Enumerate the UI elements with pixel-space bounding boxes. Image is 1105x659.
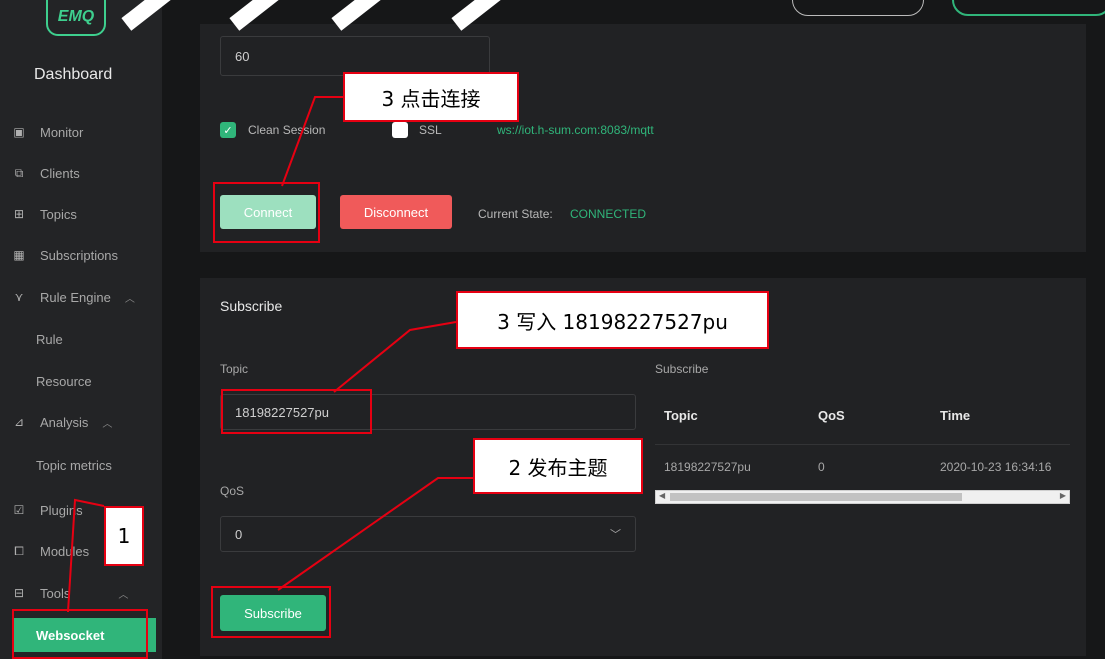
sidebar-item-monitor[interactable]: ▣ Monitor	[0, 117, 162, 147]
scroll-right-icon: ▶	[1059, 491, 1066, 500]
top-bar	[162, 0, 1105, 24]
sidebar-item-label: Subscriptions	[40, 247, 119, 263]
table-cell-topic: 18198227527pu	[664, 460, 751, 474]
top-outline-button[interactable]	[792, 0, 924, 16]
scrollbar-thumb[interactable]	[670, 493, 962, 501]
sidebar-item-label: Rule Engine	[40, 289, 111, 305]
checkmark-icon: ✓	[223, 124, 233, 137]
modules-icon: ⧠	[14, 543, 24, 558]
table-cell-time: 2020-10-23 16:34:16	[940, 460, 1052, 474]
topic-label: Topic	[220, 362, 249, 376]
ssl-label: SSL	[419, 123, 442, 137]
callout-publish: 2 发布主题	[473, 438, 643, 494]
scroll-left-icon: ◀	[659, 491, 666, 500]
callout-write-topic: 3 写入 18198227527pu	[456, 291, 769, 349]
chevron-up-icon: ︿	[124, 293, 135, 305]
sidebar-item-rule[interactable]: Rule	[36, 332, 63, 347]
table-divider	[655, 444, 1070, 445]
sidebar-item-label: Tools	[40, 585, 71, 601]
disconnect-button[interactable]: Disconnect	[340, 195, 452, 229]
rule-engine-icon: ⋎	[14, 290, 24, 304]
highlight-subscribe	[211, 586, 331, 638]
highlight-websocket	[12, 609, 148, 659]
analysis-icon: ⊿	[13, 415, 25, 429]
sidebar-item-analysis[interactable]: ⊿ Analysis ︿	[0, 407, 162, 437]
subscriptions-icon: ▦	[13, 248, 25, 262]
column-header-topic: Topic	[664, 408, 698, 423]
sidebar-item-label: Monitor	[40, 124, 84, 140]
callout-one: 1	[104, 506, 144, 566]
sidebar-item-subscriptions[interactable]: ▦ Subscriptions	[0, 240, 162, 270]
highlight-connect	[213, 182, 320, 243]
keepalive-input[interactable]: 60	[220, 36, 490, 76]
callout-connect: 3 点击连接	[343, 72, 519, 122]
clean-session-label: Clean Session	[248, 123, 326, 137]
monitor-icon: ▣	[13, 125, 25, 139]
brand-title: Dashboard	[34, 66, 113, 83]
sidebar-item-topic-metrics[interactable]: Topic metrics	[36, 458, 112, 473]
highlight-topic	[221, 389, 372, 434]
column-header-qos: QoS	[818, 408, 845, 423]
qos-select-value: 0	[235, 526, 243, 542]
connection-panel: 60 ✓ Clean Session SSL ws://iot.h-sum.co…	[200, 24, 1086, 252]
ssl-checkbox[interactable]	[392, 122, 408, 138]
current-state-value: CONNECTED	[570, 207, 647, 221]
sidebar-item-label: Modules	[40, 543, 90, 559]
subscribe-title: Subscribe	[220, 298, 283, 314]
tools-icon: ⊟	[13, 586, 25, 600]
top-green-outline-button[interactable]	[952, 0, 1105, 16]
subscribe-list-title: Subscribe	[655, 362, 709, 376]
sidebar-item-label: Plugins	[40, 502, 83, 518]
connection-url: ws://iot.h-sum.com:8083/mqtt	[497, 123, 654, 137]
chevron-up-icon: ︿	[102, 418, 113, 430]
chevron-down-icon: ﹀	[610, 529, 621, 541]
sidebar-item-label: Clients	[40, 165, 80, 181]
emq-logo: EMQ	[46, 0, 106, 36]
topics-icon: ⊞	[13, 207, 25, 221]
sidebar-item-topics[interactable]: ⊞ Topics	[0, 199, 162, 229]
sidebar-item-tools[interactable]: ⊟ Tools ︿	[0, 578, 162, 608]
sidebar-item-rule-engine[interactable]: ⋎ Rule Engine ︿	[0, 282, 162, 312]
sidebar-item-label: Topics	[40, 206, 77, 222]
qos-select[interactable]: 0 ﹀	[220, 516, 636, 552]
chevron-up-icon: ︿	[118, 589, 129, 601]
sidebar-item-label: Analysis	[40, 414, 89, 430]
table-cell-qos: 0	[818, 460, 825, 474]
clients-icon: ⧉	[14, 165, 24, 180]
qos-label: QoS	[220, 484, 245, 498]
column-header-time: Time	[940, 408, 971, 423]
plugins-icon: ☑	[13, 503, 25, 517]
current-state-label: Current State:	[478, 207, 553, 221]
sidebar-item-resource[interactable]: Resource	[36, 374, 92, 389]
horizontal-scrollbar[interactable]: ◀ ▶	[655, 490, 1070, 504]
sidebar-item-clients[interactable]: ⧉ Clients	[0, 158, 162, 188]
clean-session-checkbox[interactable]: ✓	[220, 122, 236, 138]
